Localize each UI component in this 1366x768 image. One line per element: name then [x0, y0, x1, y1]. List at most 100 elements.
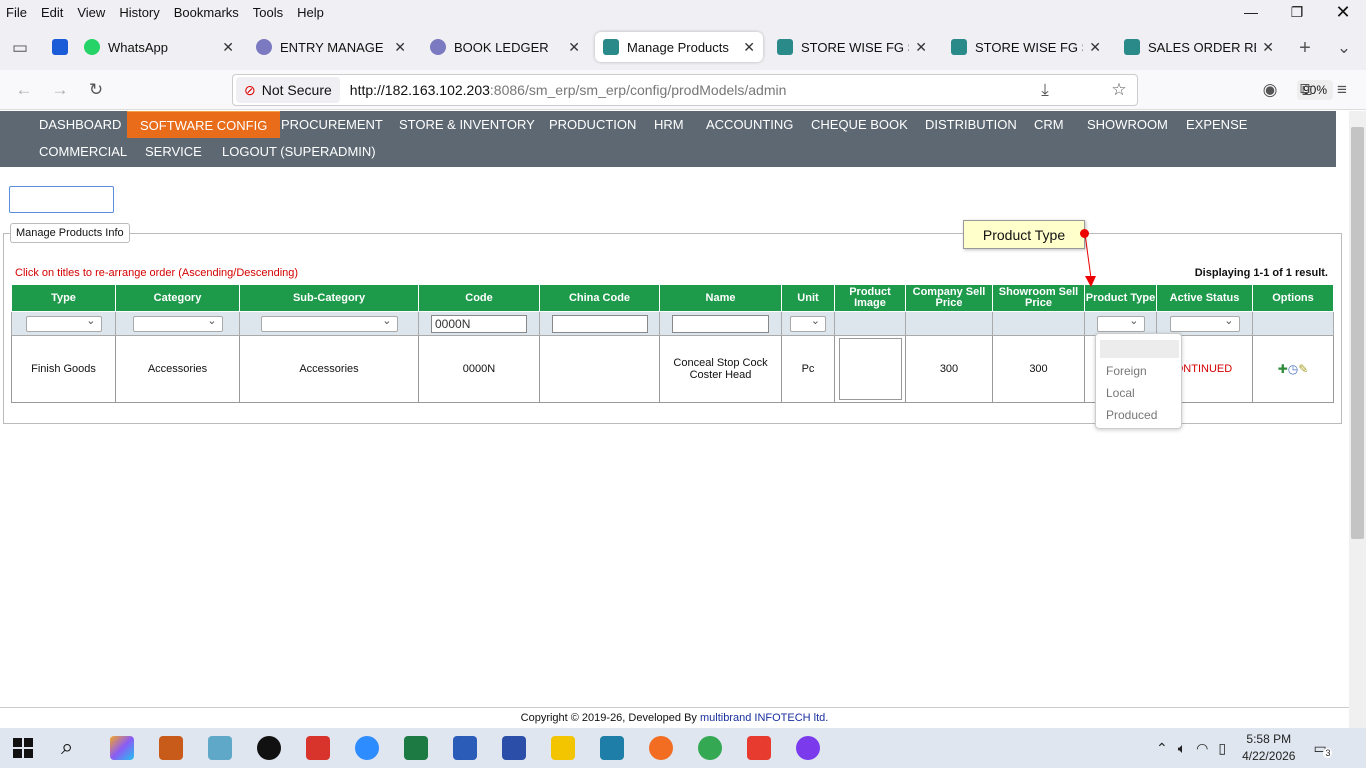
menu-edit[interactable]: Edit — [41, 5, 63, 20]
zoom-icon[interactable] — [355, 736, 379, 760]
app-icon-tally[interactable] — [159, 736, 183, 760]
menu-bookmarks[interactable]: Bookmarks — [174, 5, 239, 20]
visio-icon[interactable] — [502, 736, 526, 760]
skype-icon[interactable] — [600, 736, 624, 760]
tab-store-wise-fg-stock-1[interactable]: STORE WISE FG STOCK✕ — [769, 32, 935, 62]
tab-store-wise-fg-stock-2[interactable]: STORE WISE FG STOCK✕ — [943, 32, 1109, 62]
chrome-icon[interactable] — [698, 736, 722, 760]
quick-search-input[interactable] — [9, 186, 114, 213]
tab-list-chevron-icon[interactable]: ⌄ — [1332, 36, 1356, 60]
url-text[interactable]: http://182.163.102.203:8086/sm_erp/sm_er… — [350, 82, 787, 98]
battery-icon[interactable]: ▯ — [1218, 740, 1226, 757]
nav-service[interactable]: SERVICE — [132, 138, 215, 165]
menu-tools[interactable]: Tools — [253, 5, 283, 20]
col-name[interactable]: Name — [659, 284, 782, 312]
tab-manage-products[interactable]: Manage Products ✕ — [595, 32, 763, 62]
nav-logout[interactable]: LOGOUT (SUPERADMIN) — [209, 138, 389, 165]
active-status-filter-select[interactable] — [1169, 314, 1240, 332]
forward-icon[interactable]: → — [48, 78, 72, 102]
nav-distribution[interactable]: DISTRIBUTION — [912, 111, 1030, 138]
category-filter-select[interactable] — [132, 314, 223, 332]
address-bar[interactable]: ⊘ Not Secure http://182.163.102.203:8086/… — [232, 74, 1334, 106]
close-tab-icon[interactable]: ✕ — [394, 39, 406, 56]
copilot-icon[interactable] — [110, 736, 134, 760]
firefox-icon[interactable] — [649, 736, 673, 760]
nav-procurement[interactable]: PROCUREMENT — [268, 111, 396, 138]
tab-pinned[interactable] — [46, 32, 74, 62]
nav-commercial[interactable]: COMMERCIAL — [26, 138, 140, 165]
col-china-code[interactable]: China Code — [539, 284, 660, 312]
new-tab-icon[interactable]: + — [1293, 36, 1317, 60]
nav-showroom[interactable]: SHOWROOM — [1074, 111, 1181, 138]
unit-filter-select[interactable] — [790, 314, 826, 332]
hamburger-menu-icon[interactable]: ≡ — [1330, 78, 1354, 102]
nav-production[interactable]: PRODUCTION — [536, 111, 649, 138]
code-filter-input[interactable]: 0000N — [431, 314, 527, 333]
col-code[interactable]: Code — [418, 284, 540, 312]
china-code-filter-input[interactable] — [551, 314, 648, 333]
app-icon-ppt[interactable] — [306, 736, 330, 760]
nav-hrm[interactable]: HRM — [641, 111, 697, 138]
tray-chevron-up-icon[interactable]: ⌃ — [1156, 740, 1168, 757]
developer-link[interactable]: multibrand INFOTECH ltd. — [700, 712, 828, 724]
nav-software-config[interactable]: SOFTWARE CONFIG — [127, 111, 281, 138]
excel-icon[interactable] — [404, 736, 428, 760]
nav-accounting[interactable]: ACCOUNTING — [693, 111, 806, 138]
reload-icon[interactable]: ↻ — [84, 78, 108, 102]
close-window-button[interactable]: ✕ — [1320, 0, 1366, 24]
minimize-button[interactable]: — — [1228, 0, 1274, 24]
security-indicator[interactable]: ⊘ Not Secure — [236, 77, 340, 103]
windows-start-icon[interactable] — [12, 737, 34, 759]
history-icon[interactable]: ◷ — [1288, 362, 1298, 376]
tab-entry-manage[interactable]: ENTRY MANAGE ✕ — [248, 32, 414, 62]
tab-overview-icon[interactable]: ▭ — [8, 36, 32, 60]
col-unit[interactable]: Unit — [781, 284, 835, 312]
type-filter-select[interactable] — [25, 314, 102, 332]
product-type-filter-select[interactable] — [1096, 314, 1145, 332]
tab-book-ledger[interactable]: BOOK LEDGER ✕ — [422, 32, 588, 62]
tab-whatsapp[interactable]: WhatsApp ✕ — [76, 32, 242, 62]
anydesk-icon[interactable] — [747, 736, 771, 760]
nav-store-inventory[interactable]: STORE & INVENTORY — [386, 111, 548, 138]
bookmark-star-icon[interactable]: ☆ — [1107, 78, 1131, 102]
nav-crm[interactable]: CRM — [1021, 111, 1077, 138]
close-tab-icon[interactable]: ✕ — [1089, 39, 1101, 56]
tab-sales-order-report[interactable]: SALES ORDER REPORT✕ — [1116, 32, 1282, 62]
word-icon[interactable] — [453, 736, 477, 760]
wifi-icon[interactable]: ◠ — [1196, 740, 1208, 757]
close-tab-icon[interactable]: ✕ — [222, 39, 234, 56]
app-icon-mask[interactable] — [796, 736, 820, 760]
extensions-icon[interactable]: ⧉ — [1294, 78, 1318, 102]
col-category[interactable]: Category — [115, 284, 240, 312]
clock[interactable]: 5:58 PM 4/22/2026 — [1242, 731, 1295, 765]
dropdown-option-blank[interactable] — [1100, 340, 1179, 358]
menu-help[interactable]: Help — [297, 5, 324, 20]
menu-file[interactable]: File — [6, 5, 27, 20]
menu-view[interactable]: View — [77, 5, 105, 20]
edit-pencil-icon[interactable]: ✎ — [1298, 362, 1308, 376]
col-company-sell-price[interactable]: Company Sell Price — [905, 284, 993, 312]
back-icon[interactable]: ← — [12, 78, 36, 102]
dropdown-option-foreign[interactable]: Foreign — [1106, 364, 1147, 378]
close-tab-icon[interactable]: ✕ — [915, 39, 927, 56]
menu-history[interactable]: History — [119, 5, 159, 20]
close-tab-icon[interactable]: ✕ — [568, 39, 580, 56]
notification-icon[interactable]: ▭ 3 — [1313, 740, 1333, 758]
col-showroom-sell-price[interactable]: Showroom Sell Price — [992, 284, 1085, 312]
col-sub-category[interactable]: Sub-Category — [239, 284, 419, 312]
whatsapp-taskbar-icon[interactable] — [257, 736, 281, 760]
dropdown-option-produced[interactable]: Produced — [1106, 408, 1157, 422]
search-icon[interactable]: ⌕ — [61, 736, 85, 760]
col-type[interactable]: Type — [11, 284, 116, 312]
col-active-status[interactable]: Active Status — [1156, 284, 1253, 312]
nav-dashboard[interactable]: DASHBOARD — [26, 111, 134, 138]
app-icon-notepad[interactable] — [208, 736, 232, 760]
sub-category-filter-select[interactable] — [260, 314, 398, 332]
account-icon[interactable]: ◉ — [1258, 78, 1282, 102]
dropdown-option-local[interactable]: Local — [1106, 386, 1135, 400]
close-tab-icon[interactable]: ✕ — [1262, 39, 1274, 56]
nav-expense[interactable]: EXPENSE — [1173, 111, 1260, 138]
nav-cheque-book[interactable]: CHEQUE BOOK — [798, 111, 921, 138]
view-icon[interactable]: ✚ — [1278, 362, 1288, 376]
restore-button[interactable]: ❐ — [1274, 0, 1320, 24]
